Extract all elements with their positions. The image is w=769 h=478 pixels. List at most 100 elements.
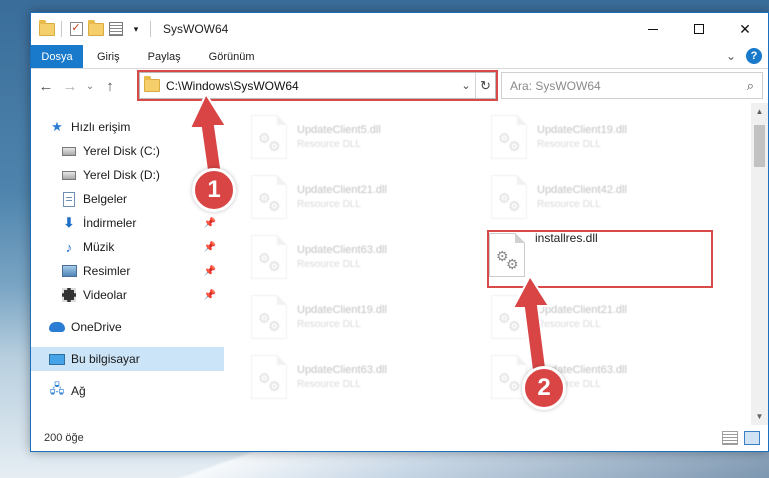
pin-icon[interactable]: 📌 [204, 242, 216, 253]
file-type: Resource DLL [297, 379, 361, 390]
file-item[interactable]: ⚙ ⚙ UpdateClient63.dll Resource DLL [251, 349, 481, 405]
pin-icon[interactable]: 📌 [204, 290, 216, 301]
sidebar-item-label: Videolar [83, 288, 127, 302]
close-button[interactable]: ✕ [722, 13, 768, 45]
refresh-button[interactable]: ↻ [475, 73, 495, 98]
file-item[interactable]: ⚙ ⚙ UpdateClient21.dll Resource DLL [251, 169, 481, 225]
file-name: UpdateClient21.dll [537, 304, 627, 316]
sidebar-item-videos[interactable]: Videolar 📌 [31, 283, 224, 307]
sidebar-item-label: Belgeler [83, 192, 128, 206]
sidebar-item-music[interactable]: ♪ Müzik 📌 [31, 235, 224, 259]
step-badge-2: 2 [522, 366, 566, 410]
sidebar-item-label: Ağ [71, 384, 86, 398]
tab-home[interactable]: Giriş [83, 45, 134, 68]
tab-file[interactable]: Dosya [31, 45, 83, 68]
tab-share[interactable]: Paylaş [134, 45, 195, 68]
status-bar: 200 öğe [31, 425, 768, 451]
view-buttons [722, 431, 760, 445]
dll-file-icon: ⚙ ⚙ [251, 115, 287, 159]
file-item[interactable]: ⚙ ⚙ UpdateClient21.dll Resource DLL [491, 289, 721, 345]
toolbar-separator [61, 21, 62, 37]
dll-file-icon: ⚙ ⚙ [491, 295, 527, 339]
vertical-scrollbar[interactable]: ▲ ▼ [751, 103, 768, 425]
address-path[interactable]: C:\Windows\SysWOW64 [166, 79, 457, 93]
file-name: UpdateClient42.dll [537, 184, 627, 196]
dll-file-icon: ⚙ ⚙ [251, 175, 287, 219]
new-folder-icon[interactable] [88, 19, 104, 37]
ribbon-right-controls: ⌄ ? [726, 48, 762, 64]
dll-file-icon: ⚙ ⚙ [251, 235, 287, 279]
file-item-installres[interactable]: ⚙ ⚙ installres.dll [489, 227, 719, 283]
back-button[interactable]: ← [37, 78, 55, 95]
file-name: UpdateClient63.dll [297, 244, 387, 256]
expand-ribbon-icon[interactable]: ⌄ [726, 49, 736, 63]
file-name: UpdateClient63.dll [297, 364, 387, 376]
large-icons-view-icon[interactable] [744, 431, 760, 445]
window-title: SysWOW64 [163, 22, 229, 36]
file-type: Resource DLL [537, 139, 601, 150]
sidebar-item-label: Müzik [83, 240, 115, 254]
tab-view[interactable]: Görünüm [195, 45, 269, 68]
file-name: UpdateClient19.dll [537, 124, 627, 136]
search-icon[interactable]: ⌕ [747, 78, 754, 94]
forward-button[interactable]: → [61, 78, 79, 95]
maximize-button[interactable] [676, 13, 722, 45]
properties-check-icon[interactable]: ✓ [68, 21, 84, 37]
sidebar-item-this-pc[interactable]: Bu bilgisayar [31, 347, 224, 371]
documents-icon [61, 191, 77, 207]
pin-icon[interactable]: 📌 [204, 266, 216, 277]
file-item[interactable]: ⚙ ⚙ UpdateClient63.dll Resource DLL [251, 229, 481, 285]
pin-icon[interactable]: 📌 [204, 218, 216, 229]
file-item[interactable]: ⚙ ⚙ UpdateClient19.dll Resource DLL [491, 109, 721, 165]
sidebar-item-disk-c[interactable]: Yerel Disk (C:) 📌 [31, 139, 224, 163]
help-icon[interactable]: ? [746, 48, 762, 64]
search-placeholder: Ara: SysWOW64 [510, 78, 601, 93]
sidebar-item-pictures[interactable]: Resimler 📌 [31, 259, 224, 283]
dll-file-icon: ⚙ ⚙ [491, 115, 527, 159]
up-button[interactable]: ↑ [101, 78, 119, 95]
maximize-icon [694, 24, 704, 34]
minimize-button[interactable] [630, 13, 676, 45]
customize-toolbar-icon[interactable] [108, 21, 124, 37]
step-badge-1: 1 [192, 168, 236, 212]
file-type: Resource DLL [297, 199, 361, 210]
folder-icon [144, 76, 160, 92]
file-name: UpdateClient21.dll [297, 184, 387, 196]
sidebar-item-label: Hızlı erişim [71, 120, 131, 134]
file-type: Resource DLL [537, 199, 601, 210]
recent-locations-button[interactable]: ⌄ [85, 81, 95, 92]
sidebar-item-onedrive[interactable]: OneDrive [31, 315, 224, 339]
search-box[interactable]: Ara: SysWOW64 ⌕ [501, 72, 763, 99]
file-item[interactable]: ⚙ ⚙ UpdateClient5.dll Resource DLL [251, 109, 481, 165]
drive-icon [61, 143, 77, 159]
address-row: ← → ⌄ ↑ C:\Windows\SysWOW64 ⌄ ↻ Ara: Sys… [31, 69, 768, 103]
sidebar-item-quick-access[interactable]: ★ Hızlı erişim [31, 115, 224, 139]
star-icon: ★ [51, 119, 63, 134]
address-bar[interactable]: C:\Windows\SysWOW64 ⌄ ↻ [139, 72, 496, 99]
folder-icon [39, 19, 55, 37]
drive-icon [61, 167, 77, 183]
dll-file-icon: ⚙ ⚙ [491, 175, 527, 219]
toolbar-dropdown-icon[interactable]: ▾ [128, 21, 144, 37]
scroll-down-icon[interactable]: ▼ [751, 408, 768, 425]
scroll-thumb[interactable] [754, 125, 765, 167]
file-name: UpdateClient5.dll [297, 124, 381, 136]
address-dropdown-icon[interactable]: ⌄ [457, 79, 475, 92]
scroll-up-icon[interactable]: ▲ [751, 103, 768, 120]
sidebar-item-label: Yerel Disk (D:) [83, 168, 160, 182]
details-view-icon[interactable] [722, 431, 738, 445]
toolbar-separator [150, 21, 151, 37]
onedrive-icon [49, 319, 65, 335]
sidebar-item-network[interactable]: 🖧 Ağ [31, 379, 224, 403]
downloads-icon: ⬇ [63, 215, 75, 230]
file-item[interactable]: ⚙ ⚙ UpdateClient19.dll Resource DLL [251, 289, 481, 345]
title-bar: ✓ ▾ SysWOW64 ✕ [31, 13, 768, 45]
pin-icon[interactable]: 📌 [204, 146, 216, 157]
file-item[interactable]: ⚙ ⚙ UpdateClient42.dll Resource DLL [491, 169, 721, 225]
music-icon: ♪ [65, 239, 73, 255]
item-count: 200 öğe [44, 432, 84, 444]
videos-icon [61, 287, 77, 303]
sidebar-item-label: Bu bilgisayar [71, 352, 140, 366]
sidebar-item-label: OneDrive [71, 320, 122, 334]
sidebar-item-downloads[interactable]: ⬇ İndirmeler 📌 [31, 211, 224, 235]
